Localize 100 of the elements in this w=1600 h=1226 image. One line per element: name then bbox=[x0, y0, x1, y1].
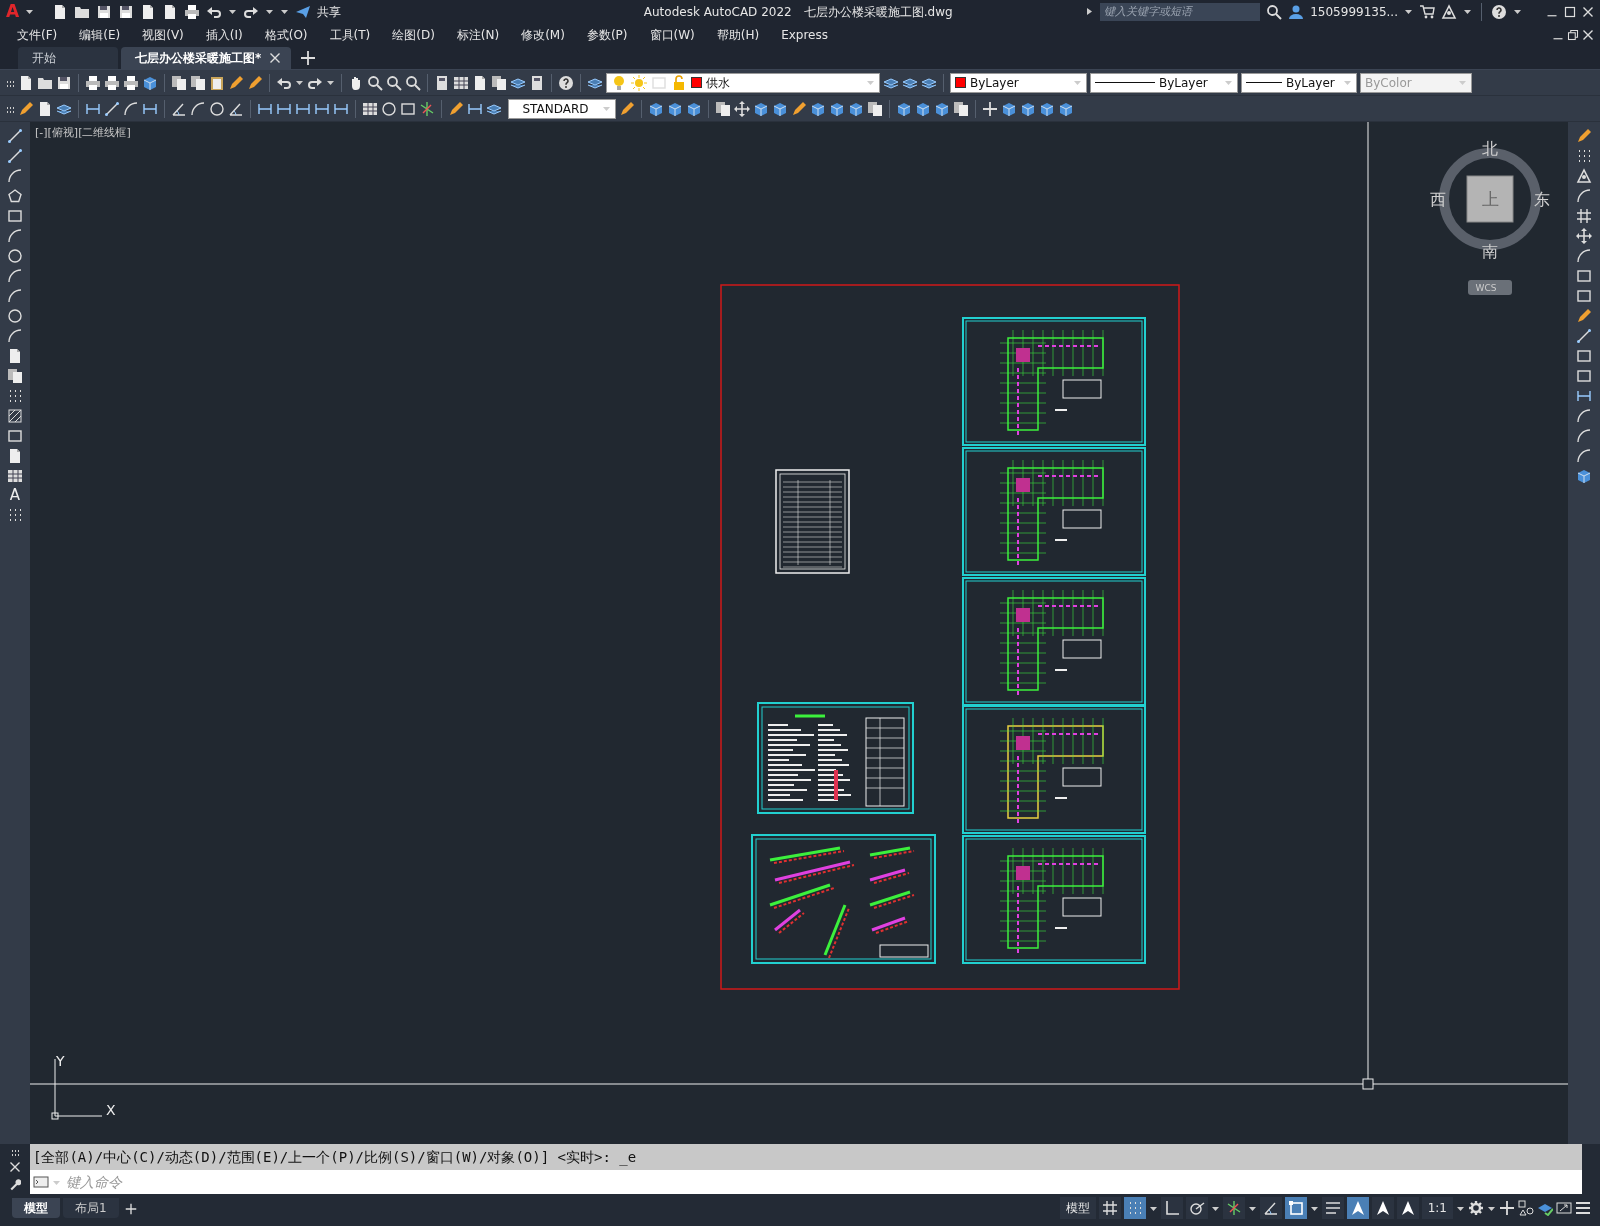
restore-icon[interactable] bbox=[1567, 28, 1579, 41]
lineweight-toggle[interactable] bbox=[1321, 1197, 1344, 1219]
circle-icon[interactable] bbox=[381, 100, 397, 117]
menu-item[interactable]: 帮助(H) bbox=[705, 25, 771, 44]
plus-icon[interactable] bbox=[124, 1202, 137, 1215]
right-angle-toggle[interactable] bbox=[1160, 1197, 1183, 1219]
wrench-icon[interactable] bbox=[9, 1179, 21, 1192]
compass-label[interactable]: 南 bbox=[1482, 242, 1498, 261]
share-label[interactable]: 共享 bbox=[317, 2, 342, 21]
cube-icon[interactable] bbox=[829, 100, 845, 117]
paper-plane-icon[interactable] bbox=[295, 3, 312, 20]
cube-icon[interactable] bbox=[915, 100, 931, 117]
cube-icon[interactable] bbox=[1020, 100, 1036, 117]
line-icon[interactable] bbox=[104, 100, 120, 117]
menu-item[interactable]: 格式(O) bbox=[253, 25, 319, 44]
arc-icon[interactable] bbox=[1576, 408, 1592, 424]
close-icon[interactable] bbox=[1582, 28, 1594, 41]
menu-item[interactable]: 编辑(E) bbox=[68, 25, 132, 44]
selection-box-toggle[interactable] bbox=[1284, 1197, 1307, 1219]
page-icon[interactable] bbox=[7, 348, 23, 364]
rectangle-icon[interactable] bbox=[400, 100, 416, 117]
cube-icon[interactable] bbox=[667, 100, 683, 117]
pencil-icon[interactable] bbox=[1576, 128, 1592, 144]
caret-icon[interactable] bbox=[1404, 7, 1413, 16]
drawing-canvas[interactable]: [-][俯视][二维线框] Y X 北 西 上 东 南 WCS bbox=[30, 122, 1568, 1144]
file-tab[interactable]: 七层办公楼采暖施工图* bbox=[121, 47, 292, 69]
caret-icon[interactable] bbox=[295, 78, 304, 87]
annotation-figure-toggle[interactable] bbox=[1346, 1197, 1369, 1219]
pencil-icon[interactable] bbox=[1576, 308, 1592, 324]
arc-icon[interactable] bbox=[7, 268, 23, 284]
cube-icon[interactable] bbox=[896, 100, 912, 117]
arc-icon[interactable] bbox=[1576, 448, 1592, 464]
search-icon[interactable] bbox=[367, 74, 383, 91]
page-icon[interactable] bbox=[7, 448, 23, 464]
cube-icon[interactable] bbox=[934, 100, 950, 117]
linetype-dropdown[interactable]: ByLayer bbox=[1090, 72, 1238, 93]
crossed-lines-toggle[interactable] bbox=[1222, 1197, 1245, 1219]
crossed-lines-icon[interactable] bbox=[419, 100, 435, 117]
help-icon[interactable] bbox=[1491, 3, 1507, 20]
close-icon[interactable] bbox=[1582, 5, 1594, 18]
user-name[interactable]: 1505999135... bbox=[1310, 2, 1398, 21]
viewcube-face[interactable] bbox=[1466, 175, 1514, 223]
polar-circle-toggle[interactable] bbox=[1185, 1197, 1208, 1219]
arc-icon[interactable] bbox=[190, 100, 206, 117]
compass-label[interactable]: 西 bbox=[1430, 190, 1446, 209]
menu-item[interactable]: 修改(M) bbox=[510, 25, 576, 44]
page-icon[interactable] bbox=[37, 100, 53, 117]
search-icon[interactable] bbox=[1266, 3, 1283, 20]
cube-icon[interactable] bbox=[772, 100, 788, 117]
arc-icon[interactable] bbox=[7, 168, 23, 184]
pencil-icon[interactable] bbox=[228, 74, 244, 91]
compass-label[interactable]: 东 bbox=[1534, 190, 1550, 209]
pages-icon[interactable] bbox=[190, 74, 206, 91]
menu-item[interactable]: 工具(T) bbox=[318, 25, 382, 44]
cube-icon[interactable] bbox=[810, 100, 826, 117]
menu-item[interactable]: 插入(I) bbox=[194, 25, 254, 44]
search-icon[interactable] bbox=[386, 74, 402, 91]
command-input[interactable]: 键入命令 bbox=[64, 1170, 1582, 1194]
clipboard-icon[interactable] bbox=[209, 74, 225, 91]
cube-icon[interactable] bbox=[142, 74, 158, 91]
grip-icon[interactable] bbox=[6, 104, 15, 113]
cube-icon[interactable] bbox=[1001, 100, 1017, 117]
annotation-figure-toggle[interactable] bbox=[1396, 1197, 1419, 1219]
menu-item[interactable]: 窗口(W) bbox=[638, 25, 706, 44]
arc-icon[interactable] bbox=[1576, 428, 1592, 444]
dot-grid-icon[interactable] bbox=[7, 507, 23, 523]
hatch-icon[interactable] bbox=[7, 408, 23, 424]
pencil-icon[interactable] bbox=[18, 100, 34, 117]
console-menu-button[interactable] bbox=[30, 1170, 64, 1194]
calculator-icon[interactable] bbox=[529, 74, 545, 91]
rectangle-icon[interactable] bbox=[1576, 288, 1592, 304]
line-icon[interactable] bbox=[1576, 328, 1592, 344]
cube-icon[interactable] bbox=[1039, 100, 1055, 117]
pencil-icon[interactable] bbox=[619, 100, 635, 117]
table-icon[interactable] bbox=[362, 100, 378, 117]
help-icon[interactable] bbox=[558, 74, 574, 91]
caret-icon[interactable] bbox=[25, 7, 35, 16]
user-icon[interactable] bbox=[1288, 3, 1305, 20]
table-icon[interactable] bbox=[7, 468, 23, 484]
rectangle-icon[interactable] bbox=[1576, 368, 1592, 384]
annotation-figure-toggle[interactable] bbox=[1371, 1197, 1394, 1219]
rectangle-icon[interactable] bbox=[7, 208, 23, 224]
cube-icon[interactable] bbox=[686, 100, 702, 117]
menu-item[interactable]: 参数(P) bbox=[575, 25, 639, 44]
close-icon[interactable] bbox=[269, 52, 282, 64]
dimension-icon[interactable] bbox=[1576, 388, 1592, 404]
menu-item[interactable]: 文件(F) bbox=[6, 25, 69, 44]
caret-icon[interactable] bbox=[1513, 7, 1522, 16]
search-icon[interactable] bbox=[405, 74, 421, 91]
line-icon[interactable] bbox=[7, 148, 23, 164]
triangle-nodes-icon[interactable] bbox=[1576, 168, 1592, 184]
cube-icon[interactable] bbox=[848, 100, 864, 117]
viewport-label[interactable]: [-][俯视][二维线框] bbox=[35, 126, 131, 139]
compass-label[interactable]: 北 bbox=[1482, 139, 1498, 158]
caret-icon[interactable] bbox=[1085, 7, 1095, 16]
page-icon[interactable] bbox=[472, 74, 488, 91]
cube-icon[interactable] bbox=[648, 100, 664, 117]
circle-icon[interactable] bbox=[7, 248, 23, 264]
cube-icon[interactable] bbox=[1576, 468, 1592, 484]
layout-tab[interactable]: 模型 bbox=[12, 1198, 60, 1218]
